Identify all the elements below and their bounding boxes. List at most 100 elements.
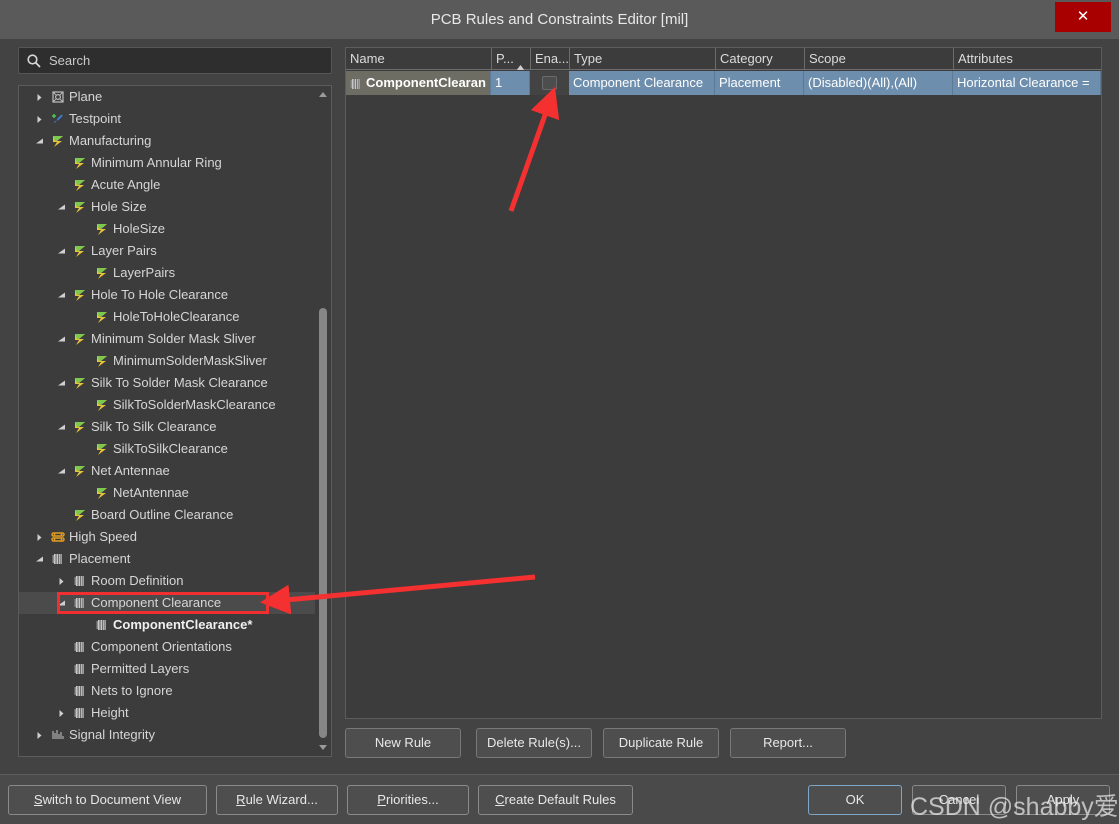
table-row[interactable]: ComponentClearan 1 Component Clearance Plac… (346, 71, 1101, 95)
report-button[interactable]: Report... (730, 728, 846, 758)
close-icon[interactable]: ✕ (1055, 2, 1111, 32)
column-header-scope[interactable]: Scope (804, 48, 953, 70)
tree-item-minimum-solder-mask-sliver[interactable]: Minimum Solder Mask Sliver (19, 328, 315, 350)
new-rule-button[interactable]: New Rule (345, 728, 461, 758)
tree-item-signal-integrity[interactable]: Signal Integrity (19, 724, 315, 746)
tree-item-layerpairs[interactable]: LayerPairs (19, 262, 315, 284)
tree-item-component-clearance[interactable]: Component Clearance (19, 592, 315, 614)
switch-to-document-view-button[interactable]: Switch to Document View (8, 785, 207, 815)
tree-item-net-antennae[interactable]: Net Antennae (19, 460, 315, 482)
cell-scope[interactable]: (Disabled)(All),(All) (804, 71, 953, 95)
chevron-down-icon[interactable] (55, 416, 67, 438)
tree-item-hole-size[interactable]: Hole Size (19, 196, 315, 218)
cancel-button[interactable]: Cancel (912, 785, 1006, 815)
chip-icon (51, 548, 66, 570)
tree-item-minimum-annular-ring[interactable]: Minimum Annular Ring (19, 152, 315, 174)
column-header-label: Attributes (958, 51, 1013, 66)
chevron-down-icon[interactable] (55, 196, 67, 218)
cell-priority[interactable]: 1 (491, 71, 530, 95)
tree-item-silk-to-solder-mask-clearance[interactable]: Silk To Solder Mask Clearance (19, 372, 315, 394)
chevron-right-icon[interactable] (55, 570, 67, 592)
spacer-icon (55, 504, 67, 526)
tree-item-placement[interactable]: Placement (19, 548, 315, 570)
rule-icon (73, 152, 88, 174)
rule-icon (95, 438, 110, 460)
rules-tree[interactable]: Plane Testpoint Manufacturing Minimum Annul… (18, 85, 332, 757)
enabled-checkbox[interactable] (542, 76, 557, 90)
chevron-right-icon[interactable] (33, 724, 45, 746)
chevron-down-icon[interactable] (55, 328, 67, 350)
tree-item-label: Nets to Ignore (91, 683, 173, 698)
chevron-down-icon[interactable] (55, 372, 67, 394)
rule-icon (95, 482, 110, 504)
priorities-button[interactable]: Priorities... (347, 785, 469, 815)
tree-item-netantennae[interactable]: NetAntennae (19, 482, 315, 504)
rules-grid[interactable]: Name P... Ena... Type Category Scope Attribute… (345, 47, 1102, 719)
tree-item-permitted-layers[interactable]: Permitted Layers (19, 658, 315, 680)
tree-item-plane[interactable]: Plane (19, 86, 315, 108)
spacer-icon (77, 482, 89, 504)
column-header-category[interactable]: Category (715, 48, 804, 70)
ok-button[interactable]: OK (808, 785, 902, 815)
chip-icon (73, 702, 88, 724)
scroll-down-icon[interactable] (315, 740, 331, 755)
chevron-down-icon[interactable] (55, 460, 67, 482)
column-header-name[interactable]: Name (346, 48, 491, 70)
tree-item-board-outline-clearance[interactable]: Board Outline Clearance (19, 504, 315, 526)
tree-item-acute-angle[interactable]: Acute Angle (19, 174, 315, 196)
tree-item-height[interactable]: Height (19, 702, 315, 724)
column-header-p[interactable]: P... (491, 48, 530, 70)
tree-scrollbar-thumb[interactable] (319, 308, 327, 738)
column-header-type[interactable]: Type (569, 48, 715, 70)
spacer-icon (77, 218, 89, 240)
rule-icon (73, 504, 88, 526)
chevron-right-icon[interactable] (55, 702, 67, 724)
spacer-icon (77, 438, 89, 460)
tree-item-componentclearance[interactable]: ComponentClearance* (19, 614, 315, 636)
search-input[interactable]: Search (18, 47, 332, 74)
tree-item-layer-pairs[interactable]: Layer Pairs (19, 240, 315, 262)
cell-name[interactable]: ComponentClearan (346, 71, 491, 95)
tree-item-silktosoldermaskclearance[interactable]: SilkToSolderMaskClearance (19, 394, 315, 416)
rule-action-buttons: New Rule Delete Rule(s)... Duplicate Rule R… (345, 728, 1102, 758)
tree-item-silk-to-silk-clearance[interactable]: Silk To Silk Clearance (19, 416, 315, 438)
tree-item-holesize[interactable]: HoleSize (19, 218, 315, 240)
chevron-down-icon[interactable] (55, 284, 67, 306)
column-header-label: P... (496, 51, 514, 66)
tree-item-hole-to-hole-clearance[interactable]: Hole To Hole Clearance (19, 284, 315, 306)
chevron-right-icon[interactable] (33, 86, 45, 108)
column-header-ena[interactable]: Ena... (530, 48, 569, 70)
tree-item-room-definition[interactable]: Room Definition (19, 570, 315, 592)
window-title: PCB Rules and Constraints Editor [mil] (430, 11, 689, 28)
chevron-down-icon[interactable] (55, 592, 67, 614)
apply-button[interactable]: Apply (1016, 785, 1110, 815)
highspeed-icon (51, 526, 66, 548)
tree-item-minimumsoldermasksliver[interactable]: MinimumSolderMaskSliver (19, 350, 315, 372)
cell-enabled[interactable] (530, 71, 569, 95)
cell-attributes[interactable]: Horizontal Clearance = (953, 71, 1101, 95)
tree-item-manufacturing[interactable]: Manufacturing (19, 130, 315, 152)
chevron-right-icon[interactable] (33, 526, 45, 548)
cell-category[interactable]: Placement (715, 71, 804, 95)
tree-item-nets-to-ignore[interactable]: Nets to Ignore (19, 680, 315, 702)
tree-item-holetoholeclearance[interactable]: HoleToHoleClearance (19, 306, 315, 328)
cell-type[interactable]: Component Clearance (569, 71, 715, 95)
chip-icon (73, 658, 88, 680)
tree-item-silktosilkclearance[interactable]: SilkToSilkClearance (19, 438, 315, 460)
column-header-attributes[interactable]: Attributes (953, 48, 1101, 70)
chevron-down-icon[interactable] (55, 240, 67, 262)
tree-item-component-orientations[interactable]: Component Orientations (19, 636, 315, 658)
tree-scrollbar[interactable] (315, 86, 331, 756)
chevron-down-icon[interactable] (33, 548, 45, 570)
tree-item-testpoint[interactable]: Testpoint (19, 108, 315, 130)
chevron-down-icon[interactable] (33, 130, 45, 152)
tree-item-label: Permitted Layers (91, 661, 190, 676)
rule-wizard-button[interactable]: Rule Wizard... (216, 785, 338, 815)
create-default-rules-button[interactable]: Create Default Rules (478, 785, 633, 815)
chevron-right-icon[interactable] (33, 108, 45, 130)
duplicate-rule-button[interactable]: Duplicate Rule (603, 728, 719, 758)
tree-item-high-speed[interactable]: High Speed (19, 526, 315, 548)
delete-rule-s-button[interactable]: Delete Rule(s)... (476, 728, 592, 758)
rule-icon (73, 196, 88, 218)
scroll-up-icon[interactable] (315, 87, 331, 102)
